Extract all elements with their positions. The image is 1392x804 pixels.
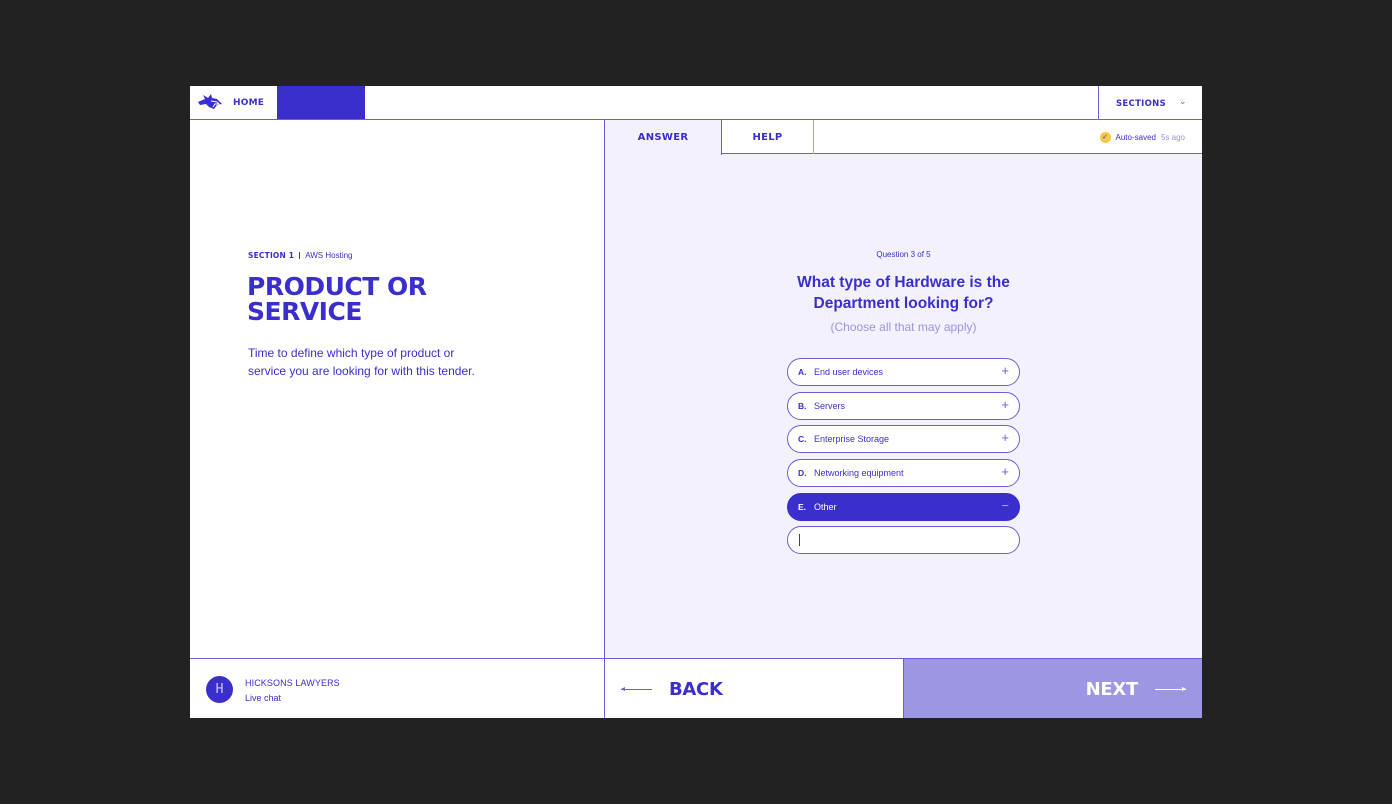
section-info-panel: SECTION 1 AWS Hosting PRODUCT OR SERVICE… (190, 120, 604, 658)
option-letter: B. (798, 400, 807, 411)
header-accent-block (277, 86, 365, 119)
top-header: HOME SECTIONS ⌄ (190, 86, 1202, 120)
option-letter: A. (798, 367, 807, 377)
plus-icon: + (1001, 396, 1009, 412)
avatar: H (206, 676, 233, 703)
question-area: Question 3 of 5 What type of Hardware is… (605, 120, 1202, 658)
answer-options: A. End user devices + B. Servers + C. En… (787, 358, 1020, 555)
chat-org-name: HICKSONS LAWYERS (245, 678, 340, 688)
plus-icon: + (1001, 464, 1009, 480)
question-text: What type of Hardware is the Department … (797, 274, 1010, 312)
question-counter: Question 3 of 5 (876, 250, 931, 259)
plus-icon: + (1001, 363, 1009, 378)
sections-dropdown[interactable]: SECTIONS ⌄ (1098, 86, 1202, 119)
autosave-status: ✓ Auto-saved 5s ago (1099, 132, 1185, 143)
app-window: HOME SECTIONS ⌄ SECTION 1 AWS Hosting PR… (190, 86, 1202, 718)
other-input[interactable] (798, 532, 1008, 549)
chevron-down-icon: ⌄ (1179, 96, 1187, 106)
section-number: SECTION 1 (248, 251, 295, 260)
option-label: Enterprise Storage (814, 434, 890, 445)
section-description: Time to define which type of product or … (248, 346, 475, 378)
option-label: End user devices (814, 367, 884, 377)
option-label: Other (814, 501, 837, 512)
question-hint: (Choose all that may apply) (830, 320, 977, 334)
next-button[interactable]: NEXT (903, 659, 1202, 718)
arrow-right-icon (1155, 687, 1186, 691)
live-chat-button[interactable]: H HICKSONS LAWYERS Live chat (190, 659, 604, 718)
option-letter: C. (798, 434, 807, 445)
back-label: BACK (669, 679, 723, 700)
wolf-head-logo-icon (198, 94, 222, 109)
check-circle-icon: ✓ (1099, 132, 1111, 143)
option-label: Servers (814, 400, 846, 411)
plus-icon: + (1001, 430, 1009, 446)
section-title: PRODUCT OR SERVICE (247, 272, 427, 326)
autosave-time: 5s ago (1160, 133, 1185, 142)
autosave-label: Auto-saved (1115, 133, 1156, 142)
section-tag: SECTION 1 AWS Hosting (248, 251, 353, 260)
option-a[interactable]: A. End user devices + (787, 358, 1020, 386)
option-letter: D. (798, 468, 807, 479)
section-separator (299, 252, 301, 259)
option-b[interactable]: B. Servers + (787, 391, 1020, 420)
tab-bar: ANSWER HELP ✓ Auto-saved 5s ago (605, 120, 1202, 155)
answer-panel: Question 3 of 5 What type of Hardware is… (604, 120, 1202, 658)
chat-subtitle: Live chat (245, 693, 282, 703)
sections-label: SECTIONS (1116, 99, 1166, 109)
option-e-selected[interactable]: E. Other − (787, 492, 1020, 521)
option-letter: E. (798, 501, 807, 512)
option-d[interactable]: D. Networking equipment + (787, 459, 1020, 488)
other-text-field[interactable] (787, 526, 1020, 555)
home-label: HOME (233, 98, 265, 108)
option-label: Networking equipment (814, 468, 904, 479)
arrow-left-icon (621, 687, 652, 691)
tab-answer[interactable]: ANSWER (605, 120, 722, 155)
tab-help[interactable]: HELP (722, 120, 814, 154)
option-c[interactable]: C. Enterprise Storage + (787, 425, 1020, 454)
minus-icon: − (1001, 497, 1009, 513)
section-name: AWS Hosting (305, 251, 353, 260)
footer-bar: H HICKSONS LAWYERS Live chat BACK NEXT (190, 658, 1202, 718)
back-button[interactable]: BACK (604, 659, 903, 718)
home-button[interactable]: HOME (190, 86, 277, 119)
next-label: NEXT (1085, 679, 1139, 700)
